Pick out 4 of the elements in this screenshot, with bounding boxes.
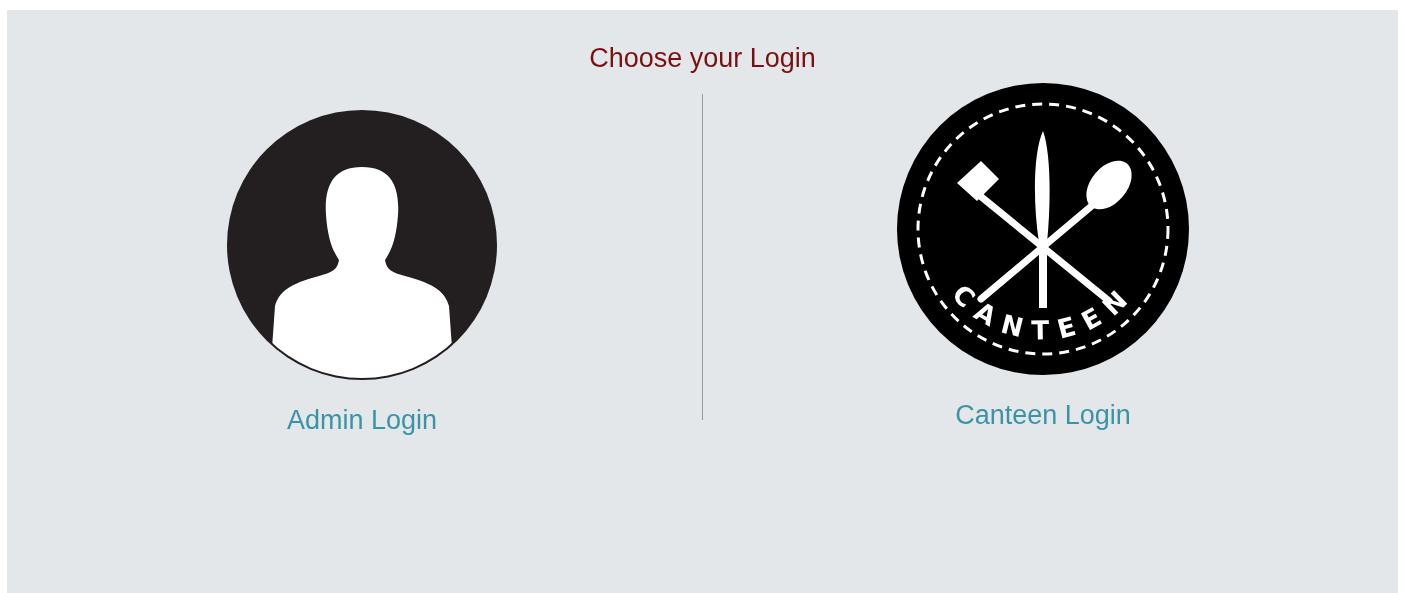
- page-title: Choose your Login: [589, 42, 816, 75]
- login-link[interactable]: Canteen Login: [955, 399, 1131, 432]
- login-link[interactable]: Admin Login: [286, 404, 438, 437]
- person-avatar-icon: [227, 110, 497, 381]
